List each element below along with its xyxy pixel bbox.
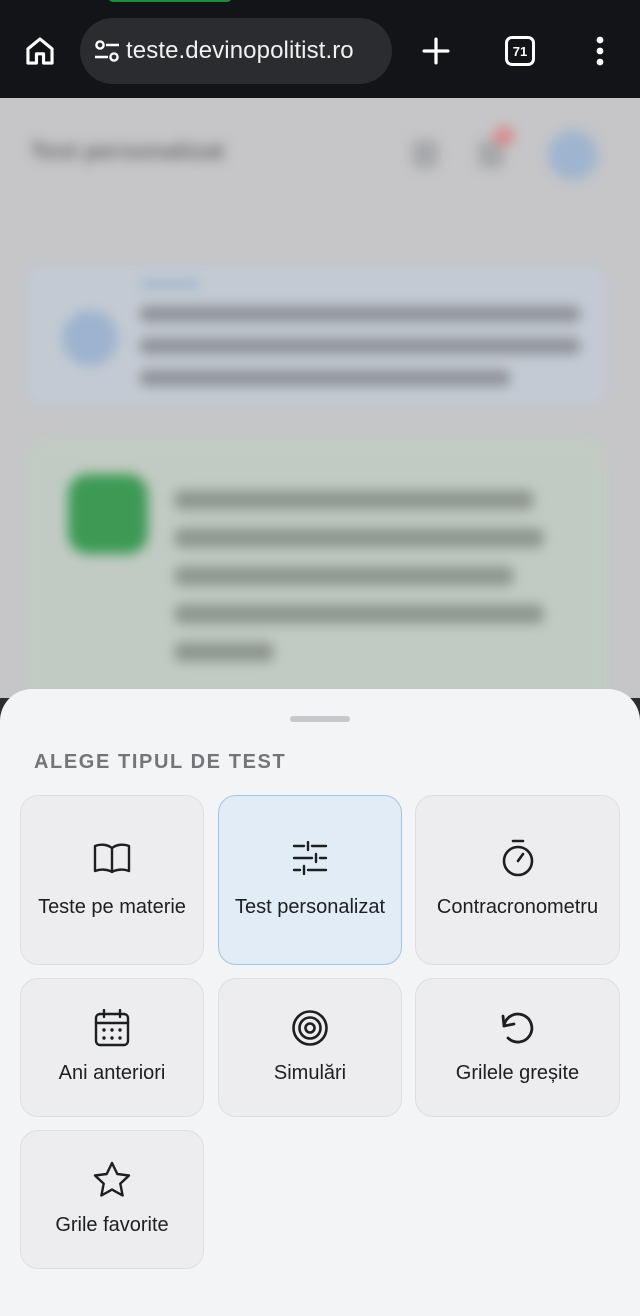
star-icon	[92, 1160, 132, 1200]
background-text-line	[174, 604, 544, 624]
address-bar[interactable]: teste.devinopolitist.ro	[80, 18, 392, 84]
option-grile-favorite[interactable]: Grile favorite	[20, 1130, 204, 1269]
status-indicator	[108, 0, 232, 2]
url-text: teste.devinopolitist.ro	[126, 37, 354, 64]
background-info-tag	[140, 280, 200, 288]
background-page-title: Test personalizat	[30, 138, 225, 165]
option-grilele-gresite[interactable]: Grilele greșite	[415, 978, 620, 1117]
background-text-line	[174, 528, 544, 548]
background-text-line	[140, 306, 580, 322]
retry-icon	[498, 1008, 538, 1048]
background-info-card	[26, 264, 608, 406]
option-ani-anteriori[interactable]: Ani anteriori	[20, 978, 204, 1117]
background-text-line	[174, 490, 534, 510]
tab-switcher-button[interactable]: 71	[496, 27, 544, 75]
background-info-icon	[62, 310, 118, 366]
calendar-icon	[92, 1008, 132, 1048]
new-tab-button[interactable]	[412, 27, 460, 75]
option-test-personalizat[interactable]: Test personalizat	[218, 795, 402, 965]
book-icon	[92, 838, 132, 878]
background-text-line	[174, 566, 514, 586]
background-card-icon	[68, 474, 148, 554]
background-text-line	[140, 370, 510, 386]
background-description-card	[26, 438, 608, 698]
option-label: Grile favorite	[55, 1213, 169, 1236]
test-type-sheet: ALEGE TIPUL DE TEST Teste pe materie Tes…	[0, 689, 640, 1316]
background-avatar	[548, 130, 598, 180]
target-icon	[290, 1008, 330, 1048]
background-text-line	[140, 338, 580, 354]
background-text-line	[174, 642, 274, 662]
option-label: Simulări	[273, 1061, 347, 1084]
option-label: Teste pe materie	[38, 896, 186, 918]
drag-handle[interactable]	[290, 716, 350, 722]
home-button[interactable]	[16, 27, 64, 75]
option-contracronometru[interactable]: Contracronometru	[415, 795, 620, 965]
tab-switcher-icon: 71	[505, 36, 535, 66]
option-label: Contracronometru	[436, 896, 599, 918]
more-menu-icon	[596, 36, 604, 66]
background-page-blur: Test personalizat	[0, 98, 640, 698]
option-label: Test personalizat	[234, 896, 386, 918]
option-label: Grilele greșite	[455, 1061, 580, 1084]
option-simulari[interactable]: Simulări	[218, 978, 402, 1117]
sheet-title: ALEGE TIPUL DE TEST	[34, 751, 287, 773]
more-menu-button[interactable]	[576, 27, 624, 75]
timer-icon	[498, 838, 538, 878]
browser-toolbar: teste.devinopolitist.ro 71	[0, 0, 640, 98]
home-icon	[26, 37, 54, 65]
option-label: Ani anteriori	[58, 1061, 166, 1084]
background-notification-badge	[494, 126, 514, 146]
background-page: Test personalizat	[0, 98, 640, 698]
new-tab-icon	[422, 37, 450, 65]
sliders-icon	[290, 838, 330, 878]
option-teste-pe-materie[interactable]: Teste pe materie	[20, 795, 204, 965]
site-settings-icon[interactable]	[92, 36, 122, 66]
background-icon	[412, 140, 438, 168]
